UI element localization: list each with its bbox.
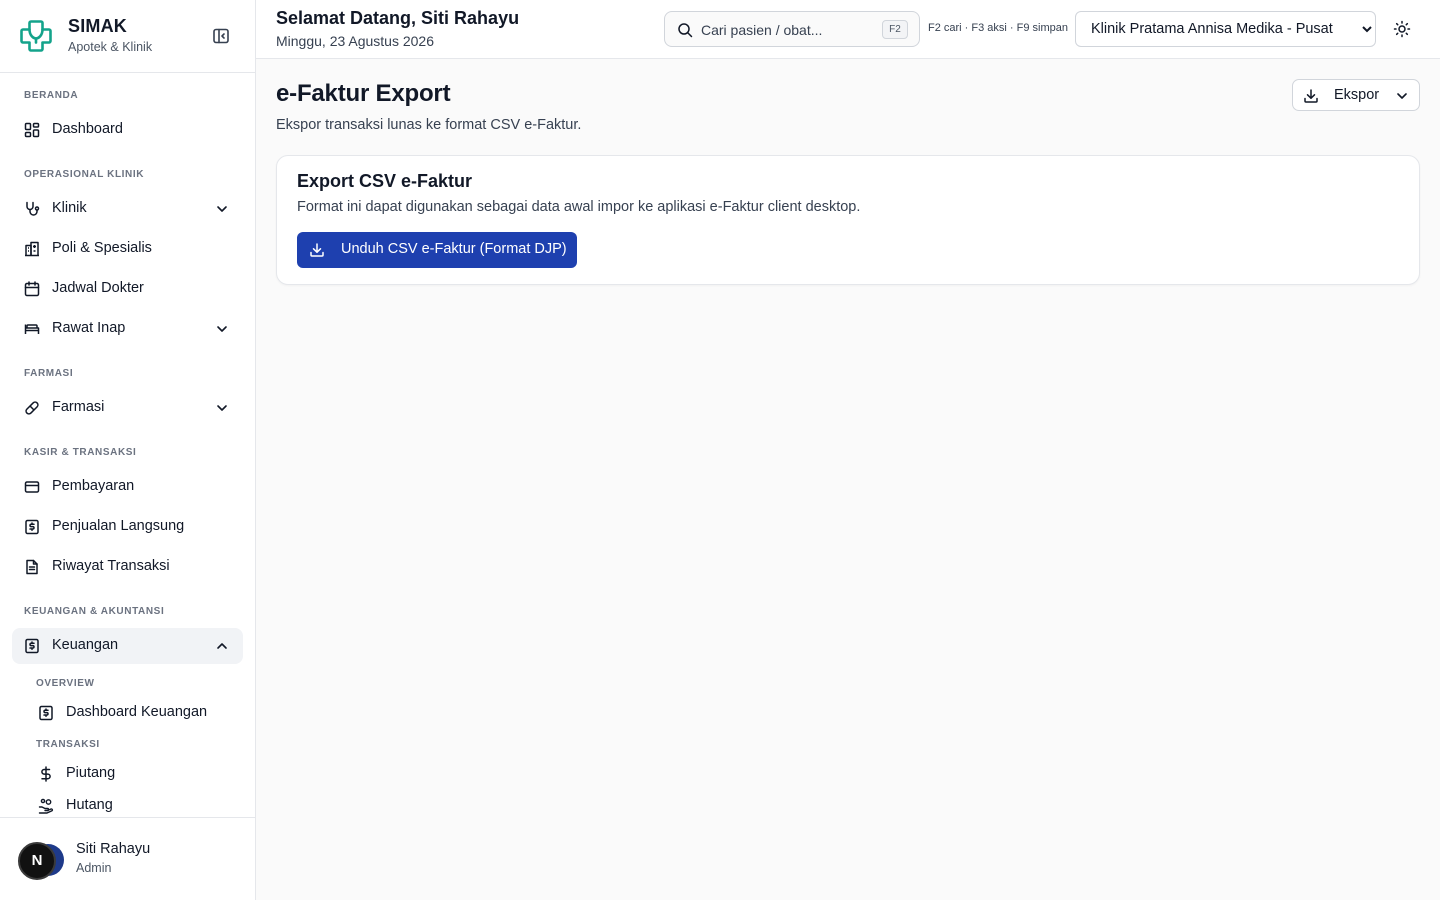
- search-input[interactable]: [701, 20, 871, 40]
- download-icon: [309, 242, 325, 258]
- sidebar-item-pembayaran[interactable]: Pembayaran: [12, 469, 243, 505]
- top-bar: Selamat Datang, Siti Rahayu Minggu, 23 A…: [256, 0, 1440, 59]
- sidebar-subitem-dashboard-keuangan[interactable]: Dashboard Keuangan: [30, 698, 240, 728]
- export-button-label: Ekspor: [1334, 87, 1380, 103]
- user-name: Siti Rahayu: [76, 841, 151, 857]
- sidebar-item-keuangan[interactable]: Keuangan: [12, 628, 243, 664]
- search-icon: [677, 22, 693, 38]
- sidebar-item-label: Keuangan: [52, 637, 119, 653]
- sidebar-item-label: Riwayat Transaksi: [52, 558, 170, 574]
- receipt-dollar-icon: [38, 705, 54, 721]
- brand-header: SIMAK Apotek & Klinik: [0, 0, 255, 73]
- chevron-down-icon: [1395, 89, 1409, 103]
- bed-icon: [24, 321, 40, 337]
- sidebar-item-label: Jadwal Dokter: [52, 280, 144, 296]
- sub-label-transaksi: TRANSAKSI: [36, 739, 100, 750]
- medical-cross-logo-icon: [18, 17, 54, 53]
- sidebar-item-klinik[interactable]: Klinik: [12, 191, 243, 227]
- sidebar-item-dashboard[interactable]: Dashboard: [12, 112, 243, 148]
- sidebar-nav: BERANDA Dashboard OPERASIONAL KLINIK Kli…: [0, 73, 255, 817]
- sidebar-subitem-hutang[interactable]: Hutang: [30, 791, 240, 817]
- chevron-down-icon: [215, 401, 229, 415]
- hospital-building-icon: [24, 241, 40, 257]
- download-csv-button-label: Unduh CSV e-Faktur (Format DJP): [341, 241, 567, 257]
- chevron-up-icon: [215, 639, 229, 653]
- calendar-icon: [24, 281, 40, 297]
- sidebar-item-riwayat[interactable]: Riwayat Transaksi: [12, 549, 243, 585]
- sidebar-collapse-icon[interactable]: [211, 26, 231, 46]
- sidebar-item-label: Penjualan Langsung: [52, 518, 185, 534]
- sidebar-item-label: Pembayaran: [52, 478, 135, 494]
- page-subtitle: Ekspor transaksi lunas ke format CSV e-F…: [276, 117, 582, 133]
- sidebar-item-label: Dashboard: [52, 121, 123, 137]
- sidebar-item-farmasi[interactable]: Farmasi: [12, 390, 243, 426]
- sun-icon[interactable]: [1393, 20, 1411, 38]
- dashboard-grid-icon: [24, 122, 40, 138]
- receipt-dollar-icon: [24, 638, 40, 654]
- sidebar-subitem-label: Piutang: [66, 765, 116, 781]
- sidebar-item-penjualan[interactable]: Penjualan Langsung: [12, 509, 243, 545]
- sub-label-overview: OVERVIEW: [36, 678, 95, 689]
- user-footer[interactable]: N Siti Rahayu Admin: [0, 817, 255, 900]
- user-role: Admin: [76, 861, 112, 875]
- dollar-sign-icon: [38, 766, 54, 782]
- sidebar-item-jadwal[interactable]: Jadwal Dokter: [12, 271, 243, 307]
- search-shortcut-key: F2: [882, 20, 908, 39]
- sidebar-item-label: Rawat Inap: [52, 320, 126, 336]
- sidebar-subitem-label: Dashboard Keuangan: [66, 704, 208, 720]
- chevron-down-icon: [215, 322, 229, 336]
- keyboard-shortcuts-hint: F2 cari · F3 aksi · F9 simpan: [928, 22, 1068, 34]
- section-label-farmasi: FARMASI: [24, 368, 74, 379]
- efaktur-export-card: Export CSV e-Faktur Format ini dapat dig…: [276, 155, 1420, 285]
- sidebar-item-label: Klinik: [52, 200, 87, 216]
- receipt-dollar-icon: [24, 519, 40, 535]
- page-title: e-Faktur Export: [276, 80, 451, 107]
- file-text-icon: [24, 559, 40, 575]
- hand-coins-icon: [38, 798, 54, 814]
- pill-icon: [24, 400, 40, 416]
- section-label-kasir: KASIR & TRANSAKSI: [24, 447, 137, 458]
- card-description: Format ini dapat digunakan sebagai data …: [297, 199, 861, 215]
- sidebar: SIMAK Apotek & Klinik BERANDA Dashboard …: [0, 0, 256, 900]
- brand-title: SIMAK: [68, 16, 127, 36]
- section-label-operasional: OPERASIONAL KLINIK: [24, 169, 145, 180]
- sidebar-item-label: Poli & Spesialis: [52, 240, 152, 256]
- sidebar-subitem-piutang[interactable]: Piutang: [30, 759, 240, 789]
- credit-card-icon: [24, 479, 40, 495]
- stethoscope-icon: [24, 201, 40, 217]
- download-csv-button[interactable]: Unduh CSV e-Faktur (Format DJP): [297, 232, 577, 268]
- dev-tools-badge[interactable]: N: [18, 842, 56, 880]
- search-box[interactable]: F2: [664, 11, 920, 47]
- sidebar-item-label: Farmasi: [52, 399, 105, 415]
- current-date: Minggu, 23 Agustus 2026: [276, 33, 435, 49]
- export-dropdown-button[interactable]: Ekspor: [1292, 79, 1420, 111]
- section-label-keuangan: KEUANGAN & AKUNTANSI: [24, 606, 165, 617]
- greeting: Selamat Datang, Siti Rahayu: [276, 8, 520, 28]
- sidebar-item-poli[interactable]: Poli & Spesialis: [12, 231, 243, 267]
- clinic-select[interactable]: Klinik Pratama Annisa Medika - Pusat: [1075, 11, 1376, 47]
- sidebar-item-rawat-inap[interactable]: Rawat Inap: [12, 311, 243, 347]
- section-label-beranda: BERANDA: [24, 90, 79, 101]
- sidebar-subitem-label: Hutang: [66, 797, 113, 813]
- card-title: Export CSV e-Faktur: [297, 171, 473, 191]
- download-icon: [1303, 88, 1319, 104]
- chevron-down-icon: [215, 202, 229, 216]
- brand-subtitle: Apotek & Klinik: [68, 40, 153, 54]
